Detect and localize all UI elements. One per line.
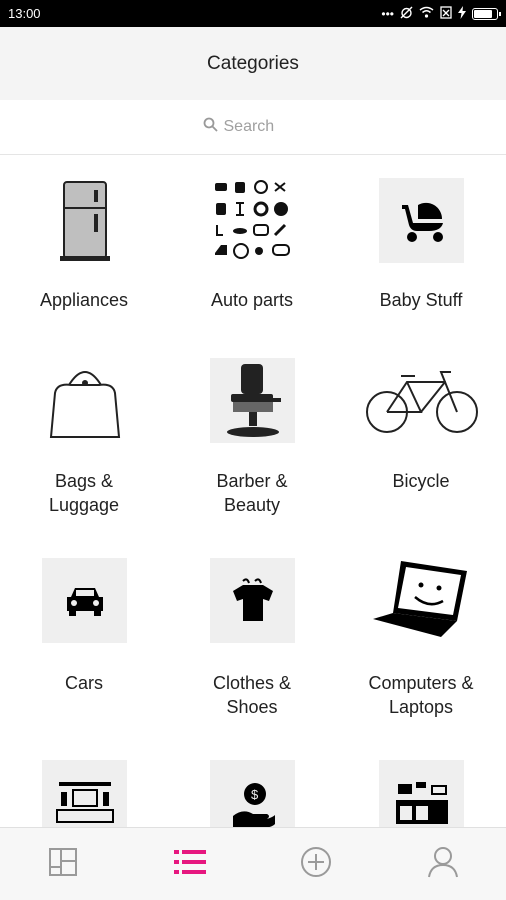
- bottom-tab-bar: [0, 827, 506, 900]
- category-grid: Appliances Auto parts Baby Stuff Bags & …: [0, 156, 506, 827]
- refrigerator-icon: [42, 178, 127, 263]
- category-label: Bags & Luggage: [48, 471, 120, 515]
- status-bar: 13:00 •••: [0, 0, 506, 27]
- category-baby-stuff[interactable]: Baby Stuff: [337, 156, 505, 336]
- category-label: Appliances: [39, 290, 129, 310]
- money-hand-icon: $: [210, 760, 295, 827]
- auto-parts-icon: [210, 178, 295, 263]
- category-label: Barber & Beauty: [216, 471, 288, 515]
- category-label: Bicycle: [392, 471, 450, 491]
- status-time: 13:00: [8, 6, 41, 21]
- search-icon: [203, 117, 218, 137]
- no-sim-icon: [440, 5, 452, 22]
- category-appliances[interactable]: Appliances: [0, 156, 168, 336]
- search-input[interactable]: [223, 118, 304, 136]
- more-dots-icon: •••: [381, 6, 394, 21]
- category-furniture[interactable]: [0, 756, 168, 827]
- app-header: Categories: [0, 27, 506, 100]
- tab-dashboard[interactable]: [0, 828, 127, 900]
- tab-categories[interactable]: [127, 828, 254, 900]
- wifi-icon: [419, 6, 434, 21]
- tv-stand-icon: [42, 760, 127, 827]
- category-label: Cars: [64, 673, 103, 693]
- svg-text:$: $: [251, 787, 259, 802]
- category-label: Clothes & Shoes: [212, 673, 292, 717]
- search-bar[interactable]: [0, 100, 506, 155]
- dashboard-icon: [48, 847, 78, 882]
- category-auto-parts[interactable]: Auto parts: [168, 156, 336, 336]
- car-icon: [42, 558, 127, 643]
- barber-chair-icon: [210, 358, 295, 443]
- category-label: Computers & Laptops: [368, 673, 474, 717]
- page-title: Categories: [207, 52, 299, 74]
- category-kitchen[interactable]: [337, 756, 505, 827]
- clothes-icon: [210, 558, 295, 643]
- category-label: Baby Stuff: [379, 290, 463, 310]
- category-label: Auto parts: [210, 290, 294, 310]
- category-barber-beauty[interactable]: Barber & Beauty: [168, 346, 336, 536]
- battery-icon: [472, 7, 501, 20]
- tab-add[interactable]: [253, 828, 380, 900]
- alarm-off-icon: [400, 6, 413, 22]
- bicycle-icon: [363, 358, 481, 443]
- plus-circle-icon: [300, 846, 332, 883]
- category-clothes-shoes[interactable]: Clothes & Shoes: [168, 546, 336, 736]
- category-finance[interactable]: $: [168, 756, 336, 827]
- category-bags-luggage[interactable]: Bags & Luggage: [0, 346, 168, 536]
- category-bicycle[interactable]: Bicycle: [337, 346, 505, 536]
- user-icon: [427, 846, 458, 883]
- category-cars[interactable]: Cars: [0, 546, 168, 736]
- category-computers-laptops[interactable]: Computers & Laptops: [337, 546, 505, 736]
- handbag-icon: [42, 358, 127, 443]
- tab-profile[interactable]: [380, 828, 506, 900]
- status-icons: •••: [381, 5, 501, 22]
- laptop-icon: [371, 554, 471, 644]
- charging-icon: [458, 5, 466, 22]
- stroller-icon: [379, 178, 464, 263]
- kitchen-icon: [379, 760, 464, 827]
- list-icon: [173, 848, 206, 881]
